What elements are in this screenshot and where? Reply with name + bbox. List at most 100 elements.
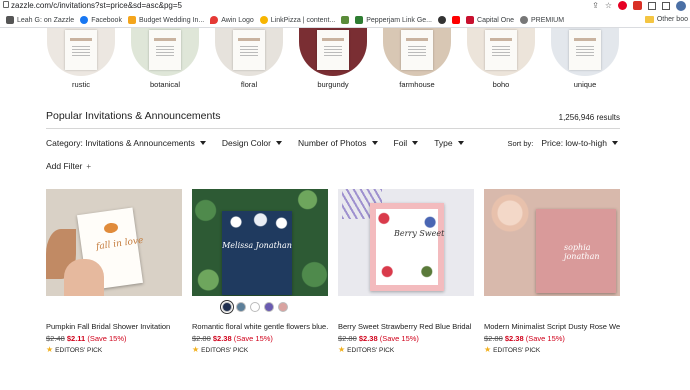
bookmark-star-icon[interactable]: ☆: [605, 0, 612, 11]
product-title[interactable]: Modern Minimalist Script Dusty Rose We..…: [484, 322, 620, 331]
category-label: farmhouse: [399, 80, 435, 89]
divider: [46, 128, 620, 129]
premium-icon: [519, 16, 528, 24]
product-title[interactable]: Berry Sweet Strawberry Red Blue Bridal .…: [338, 322, 474, 331]
image-icon: [341, 16, 350, 24]
product-title[interactable]: Romantic floral white gentle flowers blu…: [192, 322, 328, 331]
folder-icon: [644, 16, 654, 23]
profile-avatar[interactable]: [676, 0, 686, 11]
original-price: $2.80: [192, 334, 211, 343]
star-icon: ★: [338, 345, 346, 354]
number-of-photos-filter-dropdown[interactable]: Number of Photos: [298, 138, 378, 148]
product-image[interactable]: sophia jonathan: [484, 189, 620, 296]
caret-down-icon: [457, 141, 464, 145]
caret-down-icon: [199, 141, 206, 145]
bookmark-item[interactable]: [341, 16, 350, 24]
product-card[interactable]: sophia jonathan Modern Minimalist Script…: [484, 189, 620, 354]
product-image[interactable]: fall in love: [46, 189, 182, 296]
color-swatch[interactable]: [222, 302, 232, 312]
category-label: botanical: [149, 80, 181, 89]
product-card[interactable]: fall in love Pumpkin Fall Bridal Shower …: [46, 189, 182, 354]
category-burgundy[interactable]: burgundy: [297, 28, 369, 89]
bookmark-favicon-icon: [259, 16, 268, 24]
side-panel-icon[interactable]: [662, 1, 670, 10]
bookmark-favicon-icon: [6, 16, 14, 24]
category-botanical[interactable]: botanical: [129, 28, 201, 89]
foil-filter-dropdown[interactable]: Foil: [394, 138, 419, 148]
color-swatch[interactable]: [278, 302, 288, 312]
filter-label: Number of Photos: [297, 138, 367, 148]
category-floral[interactable]: floral: [213, 28, 285, 89]
page-title: Popular Invitations & Announcements: [46, 110, 221, 122]
bookmark-item[interactable]: Facebook: [80, 16, 122, 24]
sale-price: $2.38: [504, 334, 524, 343]
invitation-text: Melissa Jonathan: [222, 241, 292, 250]
pinterest-extension-icon[interactable]: [618, 1, 627, 10]
editors-pick-badge: ★ EDITORS' PICK: [484, 345, 541, 354]
lock-icon: [3, 1, 9, 8]
category-filter-dropdown[interactable]: Category: Invitations & Announcements: [46, 138, 206, 148]
caret-down-icon: [612, 141, 618, 145]
bookmark-favicon-icon: [438, 16, 447, 24]
extension-icon[interactable]: [633, 1, 642, 10]
browser-toolbar-icons: ⇪ ☆: [592, 0, 686, 11]
extensions-puzzle-icon[interactable]: [648, 1, 656, 10]
product-image[interactable]: Melissa Jonathan: [192, 189, 328, 296]
category-rustic[interactable]: rustic: [45, 28, 117, 89]
category-boho[interactable]: boho: [465, 28, 537, 89]
category-label: unique: [573, 80, 597, 89]
bookmarks-bar: Leah G: on Zazzle Facebook Budget Weddin…: [0, 13, 690, 28]
bookmark-item[interactable]: Budget Wedding In...: [127, 16, 204, 24]
category-label: burgundy: [317, 80, 349, 89]
product-price: $2.80 $2.38 (Save 15%): [338, 334, 474, 343]
category-image: [551, 28, 619, 76]
bookmark-item[interactable]: PREMIUM: [519, 16, 564, 24]
filter-label: Type: [434, 138, 453, 148]
color-swatch[interactable]: [264, 302, 274, 312]
original-price: $2.48: [46, 334, 65, 343]
star-icon: ★: [46, 345, 54, 354]
caret-down-icon: [371, 141, 378, 145]
product-price: $2.80 $2.38 (Save 15%): [484, 334, 620, 343]
bookmark-item[interactable]: [438, 16, 447, 24]
results-count: 1,256,946 results: [558, 113, 620, 122]
caret-down-icon: [412, 141, 419, 145]
product-card[interactable]: Melissa Jonathan Romantic floral white g…: [192, 189, 328, 354]
plus-icon: +: [86, 161, 92, 171]
type-filter-dropdown[interactable]: Type: [434, 138, 464, 148]
category-label: floral: [240, 80, 258, 89]
design-color-filter-dropdown[interactable]: Design Color: [222, 138, 282, 148]
sale-price: $2.38: [358, 334, 378, 343]
url-text[interactable]: zazzle.com/c/invitations?st=price&sd=asc…: [11, 1, 182, 10]
add-filter-button[interactable]: Add Filter +: [46, 161, 91, 171]
sort-value: Price: low-to-high: [541, 138, 607, 148]
other-bookmarks[interactable]: Other boo: [644, 16, 688, 23]
color-swatches: [222, 302, 288, 312]
color-swatch[interactable]: [250, 302, 260, 312]
browser-url-bar[interactable]: zazzle.com/c/invitations?st=price&sd=asc…: [0, 0, 690, 13]
bookmark-item[interactable]: LinkPizza | content...: [259, 16, 335, 24]
bookmark-item[interactable]: Pepperjam Link Ge...: [355, 16, 432, 24]
add-filter-label: Add Filter: [46, 161, 83, 171]
product-card[interactable]: Berry Sweet Berry Sweet Strawberry Red B…: [338, 189, 474, 354]
product-price: $2.80 $2.38 (Save 15%): [192, 334, 328, 343]
savings-text: (Save 15%): [233, 334, 273, 343]
sale-price: $2.11: [66, 334, 86, 343]
color-swatch[interactable]: [236, 302, 246, 312]
bookmark-item[interactable]: Leah G: on Zazzle: [6, 16, 74, 24]
sale-price: $2.38: [212, 334, 232, 343]
category-farmhouse[interactable]: farmhouse: [381, 28, 453, 89]
sort-label: Sort by:: [507, 138, 534, 148]
savings-text: (Save 15%): [87, 334, 127, 343]
category-carousel: rustic botanical floral burgundy farmhou…: [0, 28, 690, 94]
sort-dropdown[interactable]: Price: low-to-high: [541, 138, 618, 148]
product-image[interactable]: Berry Sweet: [338, 189, 474, 296]
star-icon: ★: [192, 345, 200, 354]
bookmark-item[interactable]: [452, 16, 461, 24]
share-icon[interactable]: ⇪: [592, 0, 599, 11]
caret-down-icon: [275, 141, 282, 145]
bookmark-item[interactable]: Capital One: [466, 16, 514, 24]
product-title[interactable]: Pumpkin Fall Bridal Shower Invitation: [46, 322, 182, 331]
bookmark-item[interactable]: Awin Logo: [210, 16, 254, 24]
category-unique[interactable]: unique: [549, 28, 621, 89]
